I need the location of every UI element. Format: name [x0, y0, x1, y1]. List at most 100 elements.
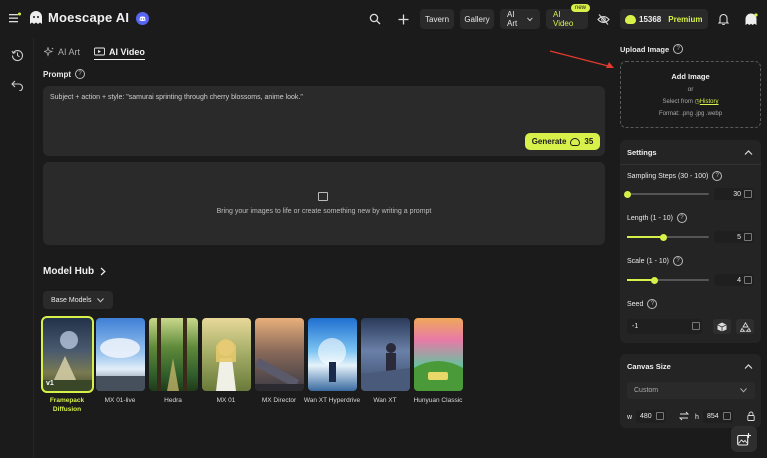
preview-placeholder: Bring your images to life or create some…: [216, 208, 432, 215]
generate-button[interactable]: Generate 35: [525, 133, 600, 150]
help-icon[interactable]: ?: [673, 44, 684, 54]
nav-ai-art-label: AI Art: [507, 10, 518, 28]
select-from-text: Select from ◷History: [621, 98, 760, 105]
chevron-down-icon: [740, 388, 747, 393]
model-card-hedra[interactable]: [149, 318, 198, 391]
model-hub-link[interactable]: Model Hub: [43, 266, 106, 277]
lock-icon[interactable]: [747, 411, 755, 421]
chevron-up-icon[interactable]: [744, 148, 753, 157]
scale-slider[interactable]: [627, 276, 709, 284]
discord-icon[interactable]: [136, 12, 149, 25]
help-icon[interactable]: ?: [647, 299, 658, 309]
random-seed-button[interactable]: [713, 319, 731, 334]
upload-image-title: Upload Image: [620, 44, 670, 54]
hide-content-button[interactable]: [592, 9, 614, 29]
premium-label: Premium: [668, 14, 703, 24]
scale-label: Scale (1 - 10) ?: [627, 256, 684, 266]
tab-ai-art[interactable]: AI Art: [44, 44, 80, 60]
chevron-up-icon[interactable]: [744, 362, 753, 371]
credits-count: 15368: [639, 14, 662, 24]
recycle-seed-button[interactable]: [736, 319, 754, 334]
nav-tavern[interactable]: Tavern: [420, 9, 454, 29]
model-card-wan-xt-hyperdrive[interactable]: [308, 318, 357, 391]
undo-icon: [10, 80, 23, 91]
scale-value: 4: [737, 276, 741, 284]
nav-gallery[interactable]: Gallery: [460, 9, 494, 29]
stepper-icon[interactable]: [692, 322, 700, 330]
model-name: MX Director: [261, 397, 297, 404]
history-link[interactable]: History: [700, 99, 719, 105]
model-card-mx-01-live[interactable]: [96, 318, 145, 391]
help-icon[interactable]: ?: [75, 69, 85, 79]
ghost-logo-icon: [30, 11, 42, 24]
model-name: MX 01-live: [104, 397, 136, 404]
length-input[interactable]: 5: [714, 231, 754, 243]
height-label: h: [695, 414, 699, 421]
width-label: w: [627, 414, 633, 421]
tab-ai-art-label: AI Art: [58, 47, 81, 57]
model-card-framepack-diffusion[interactable]: v1: [41, 316, 94, 393]
menu-icon[interactable]: [9, 12, 21, 24]
image-plus-icon: [737, 432, 751, 446]
brand-logo[interactable]: Moescape AI: [28, 10, 129, 25]
slider-knob[interactable]: [659, 233, 667, 241]
model-card-hunyuan-classic[interactable]: [414, 318, 463, 391]
nav-ai-art[interactable]: AI Art: [500, 9, 540, 29]
model-thumbnail: [157, 318, 187, 391]
help-icon[interactable]: ?: [712, 171, 723, 181]
settings-panel: Settings Sampling Steps (30 - 100) ? 30 …: [620, 140, 761, 343]
annotation-arrow: [549, 50, 614, 68]
bell-icon: [717, 13, 729, 25]
slider-knob[interactable]: [650, 276, 658, 284]
or-text: or: [687, 86, 694, 93]
sampling-steps-slider[interactable]: [623, 190, 709, 198]
tab-ai-video[interactable]: AI Video: [94, 44, 145, 60]
help-icon[interactable]: ?: [673, 256, 684, 266]
stepper-icon[interactable]: [723, 412, 731, 420]
tab-ai-video-label: AI Video: [109, 46, 145, 57]
stepper-icon[interactable]: [744, 276, 752, 284]
model-thumbnail: [361, 343, 410, 391]
nav-ai-video[interactable]: AI Video: [546, 9, 588, 29]
upload-dropzone[interactable]: Add Image or Select from ◷History Format…: [620, 61, 761, 128]
format-text: Format: .png .jpg .webp: [658, 111, 723, 117]
model-card-mx-director[interactable]: [255, 318, 304, 391]
notifications-button[interactable]: [712, 9, 734, 29]
length-slider[interactable]: [627, 233, 709, 241]
length-value: 5: [737, 233, 741, 241]
slider-knob[interactable]: [623, 190, 631, 198]
stepper-icon[interactable]: [744, 190, 752, 198]
credits-premium-button[interactable]: 15368 Premium: [620, 9, 708, 29]
generate-cost: 35: [584, 137, 594, 146]
search-button[interactable]: [364, 9, 386, 29]
stepper-icon[interactable]: [656, 412, 664, 420]
width-input[interactable]: 480: [636, 410, 666, 423]
model-card-wan-xt[interactable]: [361, 318, 410, 391]
height-value: 854: [707, 413, 719, 420]
help-icon[interactable]: ?: [676, 213, 687, 223]
profile-button[interactable]: [740, 9, 762, 29]
swap-icon[interactable]: [679, 411, 689, 421]
model-card-mx-01[interactable]: [202, 318, 251, 391]
model-name: Wan XT Hyperdrive: [303, 397, 361, 404]
add-image-fab[interactable]: [731, 426, 757, 452]
scale-input[interactable]: 4: [714, 274, 754, 286]
prompt-input[interactable]: Subject + action + style: "samurai sprin…: [43, 86, 605, 156]
stepper-icon[interactable]: [744, 233, 752, 241]
canvas-preset-dropdown[interactable]: Custom: [627, 382, 755, 399]
model-thumbnail: [414, 361, 463, 391]
film-icon: [318, 192, 328, 201]
prompt-label-text: Prompt: [43, 69, 71, 79]
chevron-down-icon: [527, 17, 533, 21]
model-name: Wan XT: [373, 397, 397, 404]
undo-button[interactable]: [7, 75, 27, 95]
length-label: Length (1 - 10) ?: [627, 213, 687, 223]
settings-title: Settings: [627, 148, 657, 157]
sparkle-icon: [44, 47, 54, 57]
sampling-steps-input[interactable]: 30: [714, 188, 754, 200]
height-input[interactable]: 854: [703, 410, 733, 423]
create-button[interactable]: [392, 9, 414, 29]
base-models-dropdown[interactable]: Base Models: [43, 291, 113, 309]
seed-input[interactable]: -1: [627, 319, 702, 334]
history-button[interactable]: [7, 45, 27, 65]
